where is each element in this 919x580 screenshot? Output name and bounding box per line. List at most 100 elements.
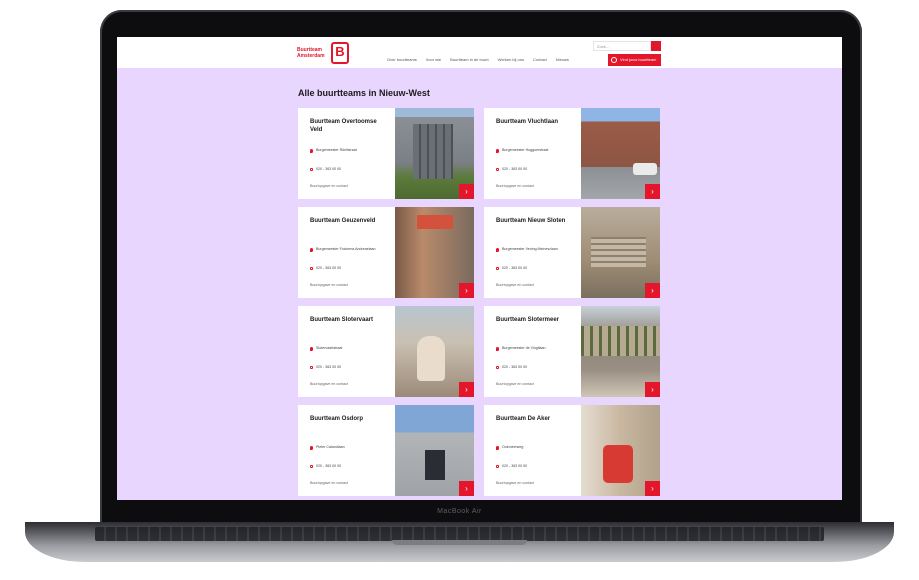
site-logo[interactable]: Buurtteam Amsterdam B: [297, 42, 349, 64]
laptop-notch: [392, 540, 527, 545]
location-icon: [611, 57, 617, 63]
page-title: Alle buurtteams in Nieuw-West: [298, 88, 430, 98]
arrow-right-icon[interactable]: ›: [459, 184, 474, 199]
logo-mark: B: [331, 42, 349, 64]
team-card[interactable]: Buurtteam Osdorp Pieter Calandlaan 020 -…: [298, 405, 474, 496]
phone-icon: [496, 465, 499, 468]
team-name: Buurtteam Osdorp: [310, 416, 364, 422]
phone-text: 020 - 363 00 00: [316, 167, 342, 171]
team-phone[interactable]: 020 - 363 00 00: [496, 167, 568, 172]
team-link[interactable]: Buurtopgave en contact: [310, 481, 348, 485]
map-pin-icon: [496, 248, 499, 252]
team-address: Ookmeerweg: [496, 445, 568, 450]
map-pin-icon: [310, 446, 313, 450]
team-card[interactable]: Buurtteam Geuzenveld Burgemeester Fockem…: [298, 207, 474, 298]
team-phone[interactable]: 020 - 363 00 00: [310, 464, 382, 469]
address-text: Burgemeester Hogguerstraat: [502, 148, 549, 152]
team-name: Buurtteam Overtoomse Veld: [310, 119, 377, 133]
nav-item-over[interactable]: Over buurtteams: [387, 57, 417, 62]
team-link[interactable]: Buurtopgave en contact: [496, 283, 534, 287]
team-address: Burgemeester Hogguerstraat: [496, 148, 568, 153]
team-phone[interactable]: 020 - 363 00 00: [310, 365, 382, 370]
nav-item-werken[interactable]: Werken bij ons: [498, 57, 524, 62]
find-team-button[interactable]: Vind jouw buurtteam: [608, 54, 661, 66]
phone-text: 020 - 363 00 00: [502, 464, 528, 468]
team-card[interactable]: Buurtteam Slotervaart Slotervaartstraat …: [298, 306, 474, 397]
address-text: Ookmeerweg: [502, 445, 524, 449]
arrow-right-icon[interactable]: ›: [459, 283, 474, 298]
team-name: Buurtteam Nieuw Sloten: [496, 218, 566, 224]
team-phone[interactable]: 020 - 363 00 00: [496, 365, 568, 370]
phone-icon: [496, 366, 499, 369]
address-text: Burgemeester de Vlugtlaan: [502, 346, 546, 350]
team-link[interactable]: Buurtopgave en contact: [496, 184, 534, 188]
team-phone[interactable]: 020 - 363 00 00: [310, 167, 382, 172]
phone-text: 020 - 363 00 00: [502, 365, 528, 369]
laptop-screen: Buurtteam Amsterdam B Zoek... Over buurt…: [117, 37, 842, 500]
phone-icon: [496, 168, 499, 171]
arrow-right-icon[interactable]: ›: [645, 382, 660, 397]
phone-icon: [310, 465, 313, 468]
team-address: Pieter Calandlaan: [310, 445, 382, 450]
phone-text: 020 - 363 00 00: [316, 365, 342, 369]
arrow-right-icon[interactable]: ›: [459, 382, 474, 397]
arrow-right-icon[interactable]: ›: [645, 283, 660, 298]
phone-icon: [310, 267, 313, 270]
team-link[interactable]: Buurtopgave en contact: [310, 184, 348, 188]
team-address: Burgemeester Fockema Andreaelaan: [310, 247, 382, 252]
team-name: Buurtteam Slotervaart: [310, 317, 374, 323]
team-card[interactable]: Buurtteam Nieuw Sloten Burgemeester Veni…: [484, 207, 660, 298]
main-nav: Over buurtteams Voor wie Buurtteam in de…: [387, 57, 569, 62]
team-link[interactable]: Buurtopgave en contact: [496, 481, 534, 485]
logo-text: Buurtteam Amsterdam: [297, 47, 325, 59]
map-pin-icon: [496, 446, 499, 450]
nav-item-buurt[interactable]: Buurtteam in de buurt: [450, 57, 488, 62]
team-name: Buurtteam Geuzenveld: [310, 218, 376, 224]
address-text: Slotervaartstraat: [316, 346, 343, 350]
phone-text: 020 - 363 00 00: [502, 266, 528, 270]
team-card[interactable]: Buurtteam Overtoomse Veld Burgemeester R…: [298, 108, 474, 199]
nav-item-nieuws[interactable]: Nieuws: [556, 57, 569, 62]
nav-item-contact[interactable]: Contact: [533, 57, 547, 62]
phone-icon: [496, 267, 499, 270]
team-phone[interactable]: 020 - 363 00 00: [310, 266, 382, 271]
team-address: Burgemeester de Vlugtlaan: [496, 346, 568, 351]
search-input[interactable]: Zoek...: [593, 41, 651, 51]
arrow-right-icon[interactable]: ›: [645, 481, 660, 496]
team-phone[interactable]: 020 - 363 00 00: [496, 464, 568, 469]
map-pin-icon: [310, 248, 313, 252]
address-text: Burgemeester Fockema Andreaelaan: [316, 247, 376, 251]
address-text: Burgemeester Vening Meineszlaan: [502, 247, 558, 251]
team-phone[interactable]: 020 - 363 00 00: [496, 266, 568, 271]
team-name: Buurtteam Vluchtlaan: [496, 119, 559, 125]
phone-text: 020 - 363 00 00: [316, 266, 342, 270]
map-pin-icon: [310, 347, 313, 351]
team-card[interactable]: Buurtteam Slotermeer Burgemeester de Vlu…: [484, 306, 660, 397]
phone-text: 020 - 363 00 00: [502, 167, 528, 171]
laptop-keyboard: [95, 527, 824, 541]
map-pin-icon: [496, 347, 499, 351]
team-link[interactable]: Buurtopgave en contact: [496, 382, 534, 386]
phone-icon: [310, 366, 313, 369]
arrow-right-icon[interactable]: ›: [645, 184, 660, 199]
nav-item-voor-wie[interactable]: Voor wie: [426, 57, 441, 62]
team-card[interactable]: Buurtteam De Aker Ookmeerweg 020 - 363 0…: [484, 405, 660, 496]
phone-text: 020 - 363 00 00: [316, 464, 342, 468]
arrow-right-icon[interactable]: ›: [459, 481, 474, 496]
address-text: Burgemeester Röellstraat: [316, 148, 357, 152]
find-team-label: Vind jouw buurtteam: [620, 57, 657, 62]
team-address: Burgemeester Röellstraat: [310, 148, 382, 153]
map-pin-icon: [310, 149, 313, 153]
team-link[interactable]: Buurtopgave en contact: [310, 382, 348, 386]
team-card[interactable]: Buurtteam Vluchtlaan Burgemeester Hoggue…: [484, 108, 660, 199]
phone-icon: [310, 168, 313, 171]
team-address: Burgemeester Vening Meineszlaan: [496, 247, 568, 252]
address-text: Pieter Calandlaan: [316, 445, 345, 449]
team-link[interactable]: Buurtopgave en contact: [310, 283, 348, 287]
site-header: Buurtteam Amsterdam B Zoek... Over buurt…: [117, 37, 842, 68]
team-name: Buurtteam De Aker: [496, 416, 551, 422]
search-button[interactable]: [651, 41, 661, 51]
device-label: MacBook Air: [437, 508, 482, 515]
team-address: Slotervaartstraat: [310, 346, 382, 351]
team-name: Buurtteam Slotermeer: [496, 317, 560, 323]
